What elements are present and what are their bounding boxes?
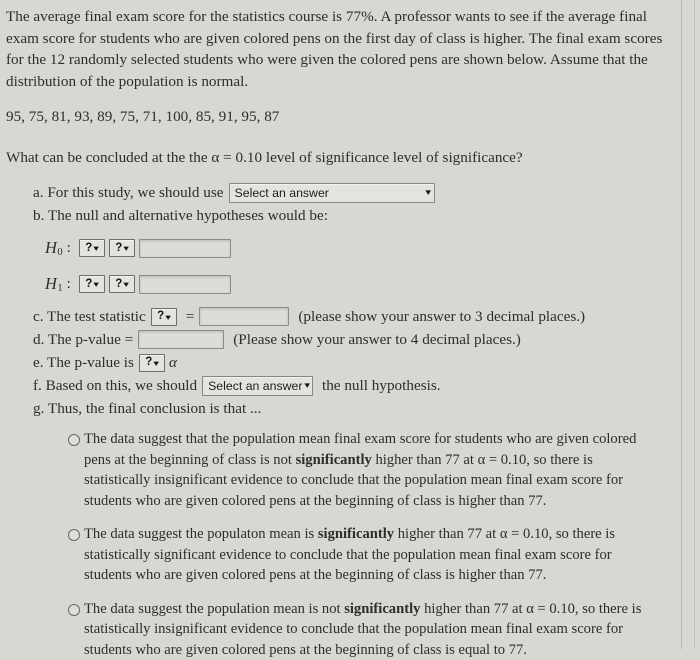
h0-value-input[interactable]: [139, 239, 231, 258]
h0-label: H0: [45, 238, 63, 259]
alpha-symbol: α: [169, 352, 177, 373]
p-value-input[interactable]: [138, 330, 224, 349]
test-statistic-hint: (please show your answer to 3 decimal pl…: [298, 306, 585, 327]
radio-button-icon[interactable]: [68, 434, 80, 446]
p-value-comparison-select-value: ?: [145, 352, 152, 373]
conclusion-options: The data suggest that the population mea…: [68, 429, 674, 660]
p-value-comparison-select[interactable]: ? ▾: [139, 354, 165, 372]
conclusion-option-3-text: The data suggest the population mean is …: [84, 599, 650, 660]
conclusion-option-3[interactable]: The data suggest the population mean is …: [68, 599, 650, 660]
test-statistic-type-select-value: ?: [157, 306, 164, 327]
h1-value-input[interactable]: [139, 275, 231, 294]
chevron-down-icon: ▾: [124, 280, 130, 288]
part-d-label: d. The p-value =: [33, 329, 133, 350]
conclusion-option-1[interactable]: The data suggest that the population mea…: [68, 429, 650, 511]
p-value-hint: (Please show your answer to 4 decimal pl…: [233, 329, 521, 350]
question-parts: a. For this study, we should use Select …: [33, 182, 674, 419]
part-g: g. Thus, the final conclusion is that ..…: [33, 398, 674, 419]
test-statistic-input[interactable]: [199, 307, 289, 326]
h0-parameter-select[interactable]: ? ▾: [79, 239, 105, 257]
chevron-down-icon: ▾: [425, 188, 431, 197]
test-statistic-type-select[interactable]: ? ▾: [151, 308, 177, 326]
h1-operator-select-value: ?: [115, 278, 122, 290]
alternative-hypothesis-row: H1 : ? ▾ ? ▾: [45, 272, 674, 296]
h1-label: H1: [45, 274, 63, 295]
part-d: d. The p-value = (Please show your answe…: [33, 329, 674, 350]
chevron-down-icon: ▾: [305, 381, 311, 390]
part-b: b. The null and alternative hypotheses w…: [33, 205, 674, 226]
chevron-down-icon: ▾: [94, 280, 100, 288]
test-statistic-equals: =: [186, 306, 195, 327]
part-f-label: f. Based on this, we should: [33, 375, 197, 396]
decision-select[interactable]: Select an answer ▾: [202, 376, 313, 396]
chevron-down-icon: ▾: [165, 313, 171, 321]
h1-parameter-select[interactable]: ? ▾: [79, 275, 105, 293]
question-line: What can be concluded at the the α = 0.1…: [6, 147, 674, 168]
chevron-down-icon: ▾: [94, 244, 100, 252]
chevron-down-icon: ▾: [154, 359, 160, 367]
radio-button-icon[interactable]: [68, 604, 80, 616]
study-type-select[interactable]: Select an answer ▾: [229, 183, 435, 203]
part-b-label: b. The null and alternative hypotheses w…: [33, 205, 328, 226]
h0-operator-select[interactable]: ? ▾: [109, 239, 135, 257]
part-a-label: a. For this study, we should use: [33, 182, 224, 203]
h1-operator-select[interactable]: ? ▾: [109, 275, 135, 293]
decision-select-value: Select an answer: [208, 378, 302, 394]
h1-parameter-select-value: ?: [85, 278, 92, 290]
h0-operator-select-value: ?: [115, 242, 122, 254]
conclusion-option-2[interactable]: The data suggest the populaton mean is s…: [68, 524, 650, 586]
chevron-down-icon: ▾: [124, 244, 130, 252]
part-c-label: c. The test statistic: [33, 306, 146, 327]
part-f: f. Based on this, we should Select an an…: [33, 375, 674, 396]
h0-colon: :: [67, 240, 71, 257]
study-type-select-value: Select an answer: [235, 185, 329, 201]
problem-page: The average final exam score for the sta…: [0, 0, 700, 660]
h0-parameter-select-value: ?: [85, 242, 92, 254]
radio-button-icon[interactable]: [68, 529, 80, 541]
part-e-label: e. The p-value is: [33, 352, 134, 373]
part-g-label: g. Thus, the final conclusion is that ..…: [33, 398, 261, 419]
conclusion-option-1-text: The data suggest that the population mea…: [84, 429, 650, 511]
h1-colon: :: [67, 276, 71, 293]
null-hypothesis-row: H0 : ? ▾ ? ▾: [45, 236, 674, 260]
part-c: c. The test statistic ? ▾ = (please show…: [33, 306, 674, 327]
data-values-line: 95, 75, 81, 93, 89, 75, 71, 100, 85, 91,…: [6, 106, 674, 127]
conclusion-option-2-text: The data suggest the populaton mean is s…: [84, 524, 650, 586]
part-f-suffix: the null hypothesis.: [322, 375, 441, 396]
part-e: e. The p-value is ? ▾ α: [33, 352, 674, 373]
problem-statement: The average final exam score for the sta…: [6, 6, 674, 92]
part-a: a. For this study, we should use Select …: [33, 182, 674, 203]
